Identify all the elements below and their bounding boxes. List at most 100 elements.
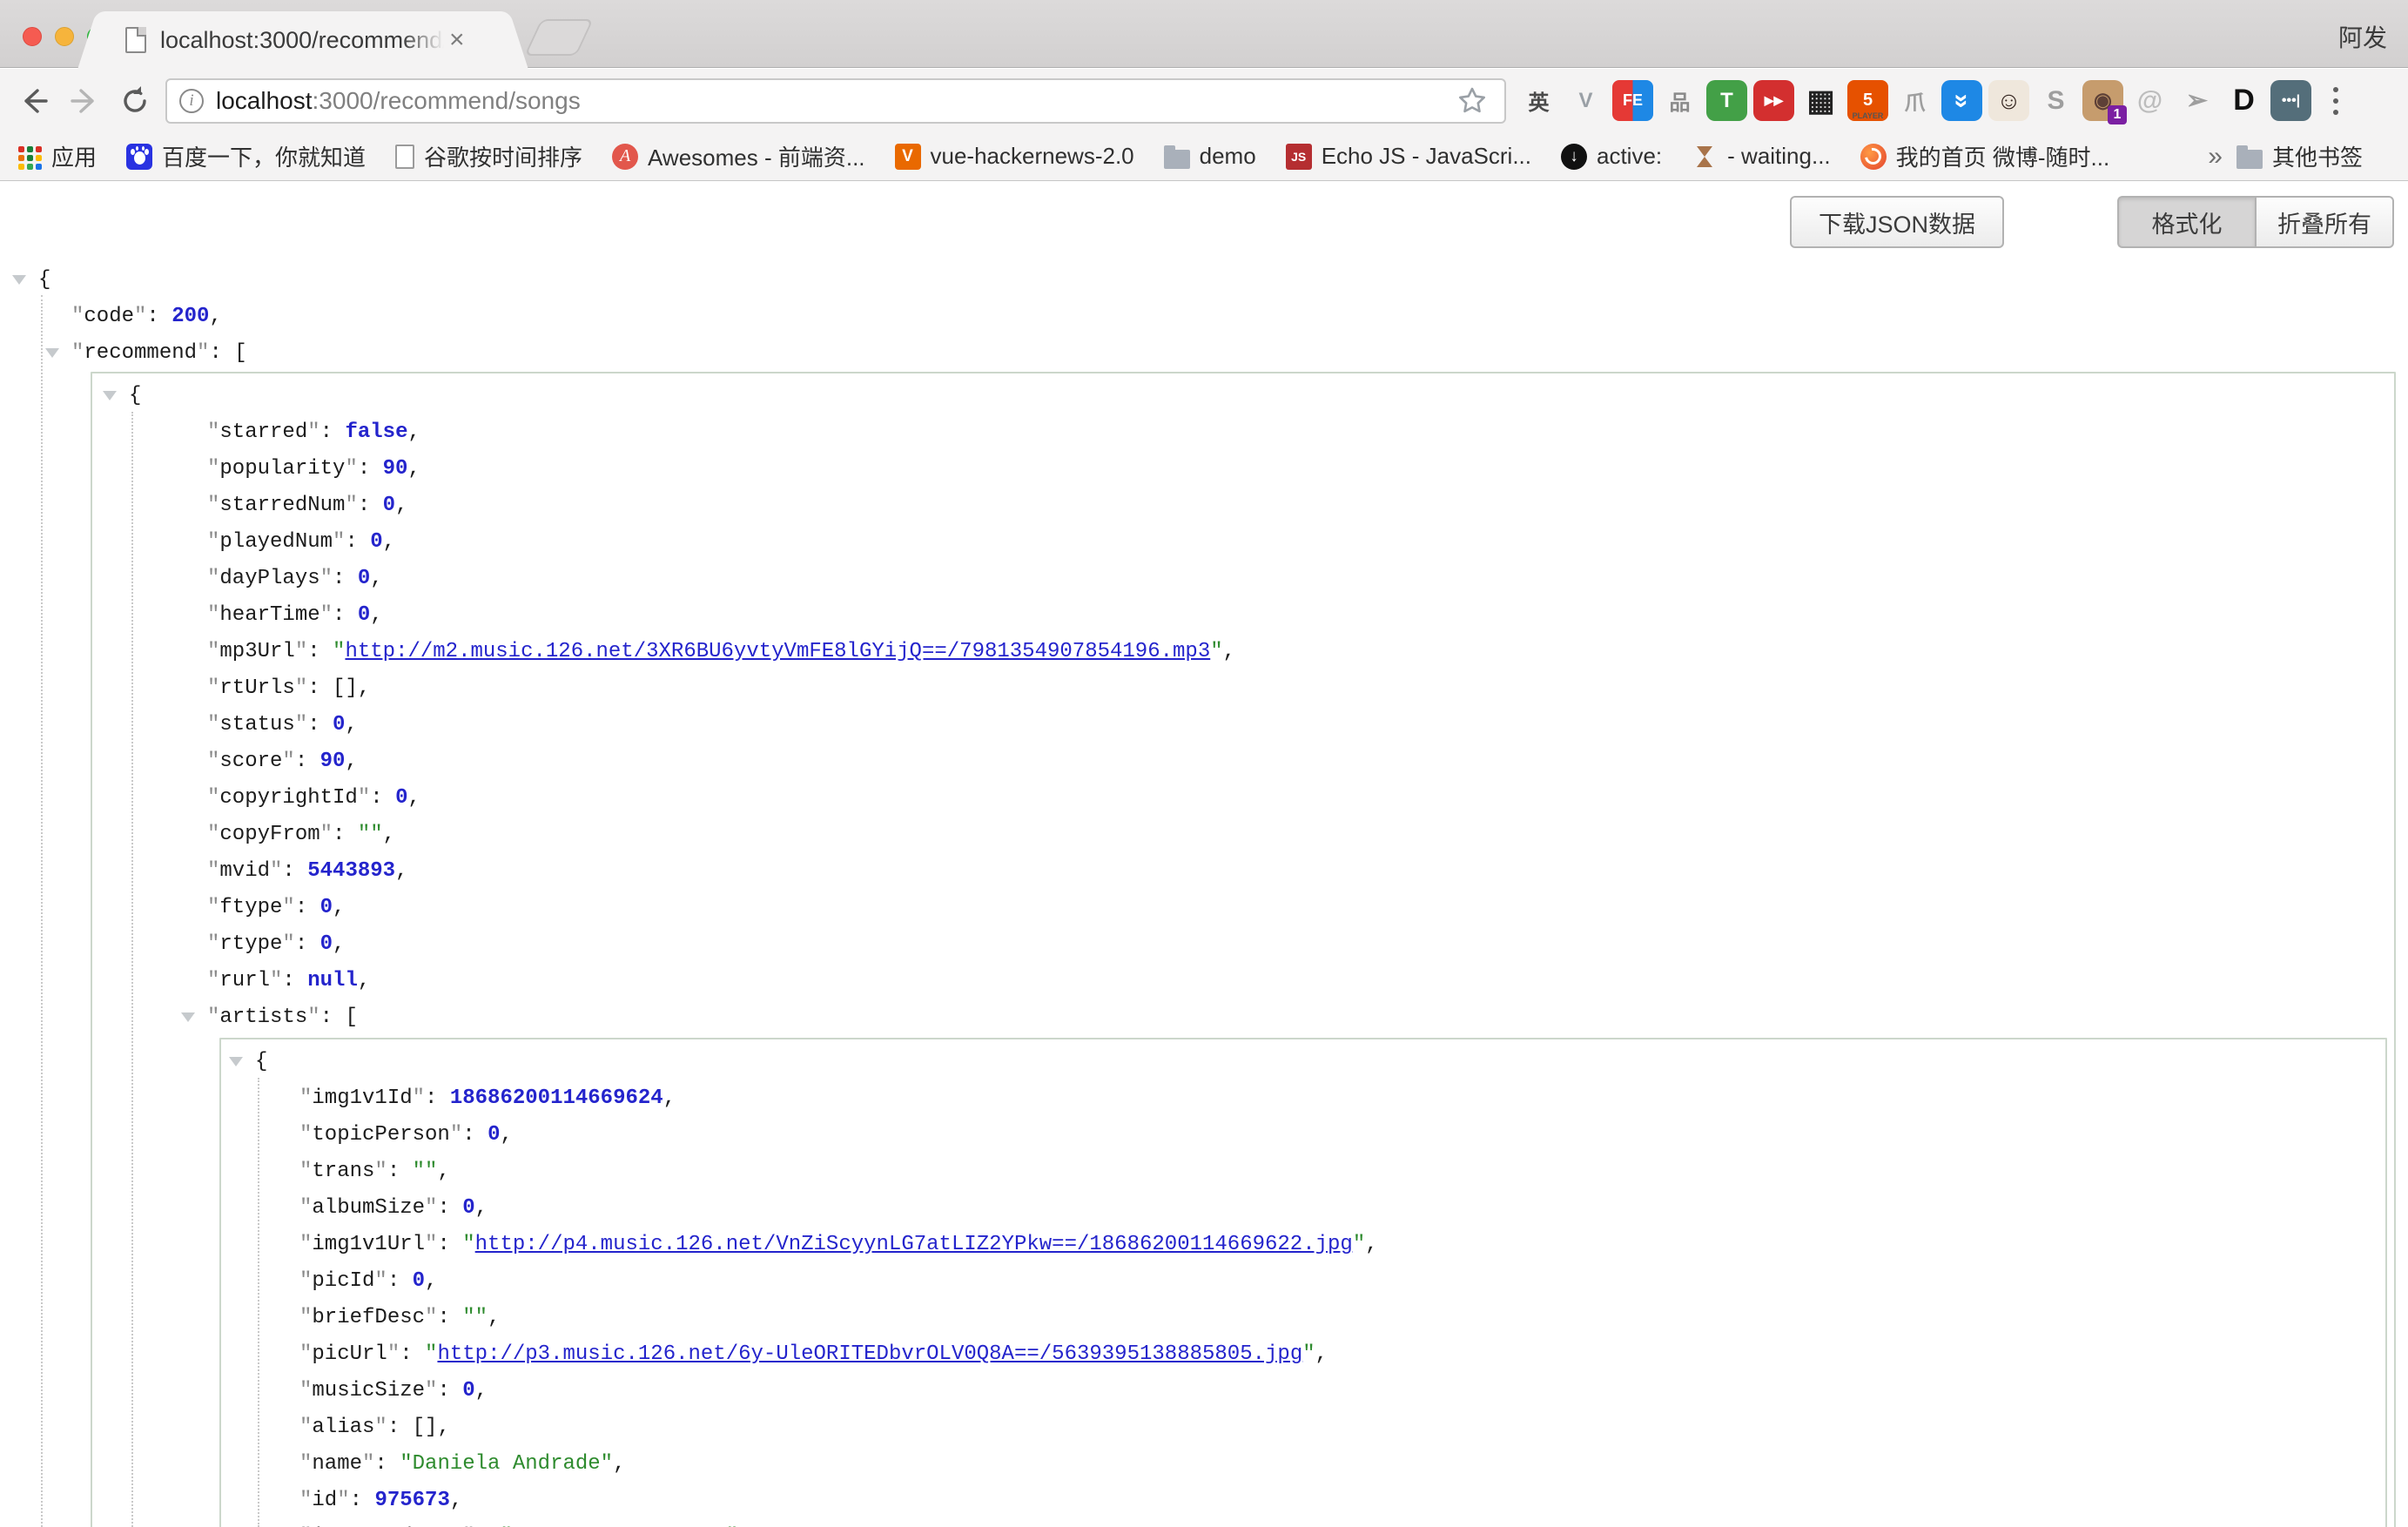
json-row: "status": 0, <box>0 707 2408 743</box>
proxy-mask-icon[interactable]: ☺ <box>1988 80 2029 121</box>
baidu-icon <box>126 144 152 170</box>
html5-player-icon[interactable]: 5PLAYER <box>1847 80 1888 121</box>
bookmark-label: active: <box>1597 143 1662 170</box>
extensions-row: 英VFE品T▶▶▦5PLAYER爪»☺S◉1@➢D•••| <box>1518 80 2311 121</box>
json-row: "rtype": 0, <box>0 926 2408 963</box>
json-row: "score": 90, <box>0 743 2408 780</box>
vue-icon <box>895 144 921 170</box>
close-window-icon[interactable] <box>23 27 42 46</box>
page-content: 下载JSON数据 格式化 折叠所有 {"code": 200,"recommen… <box>0 182 2408 1527</box>
json-row: "rurl": null, <box>0 963 2408 999</box>
bookmark-item[interactable]: demo <box>1164 143 1256 170</box>
minimize-window-icon[interactable] <box>55 27 74 46</box>
url-text: localhost:3000/recommend/songs <box>216 87 581 115</box>
collapse-toggle-icon[interactable] <box>45 348 59 358</box>
video-forward-icon[interactable]: ▶▶ <box>1753 80 1794 121</box>
url-path: :3000/recommend/songs <box>313 87 581 114</box>
bookmarks-bar: 应用 百度一下，你就知道谷歌按时间排序 Awesomes - 前端资... vue-h… <box>0 132 2408 181</box>
green-shield-t-icon[interactable]: T <box>1706 80 1747 121</box>
browser-tab[interactable]: localhost:3000/recommend/so × <box>103 11 503 69</box>
folder-icon <box>2236 150 2263 169</box>
json-row: "albumSize": 0, <box>0 1190 2408 1227</box>
json-row: "name": "Daniela Andrade", <box>0 1446 2408 1483</box>
download-json-button[interactable]: 下载JSON数据 <box>1790 196 2004 248</box>
bookmark-label: 应用 <box>51 140 97 172</box>
json-row: "code": 200, <box>0 299 2408 335</box>
chrome-menu-icon[interactable] <box>2318 81 2353 121</box>
tab-close-icon[interactable]: × <box>449 27 465 53</box>
json-row: "id": 975673, <box>0 1483 2408 1519</box>
reload-button[interactable] <box>115 81 155 121</box>
bookmark-item[interactable]: vue-hackernews-2.0 <box>895 143 1134 170</box>
json-url-link[interactable]: http://m2.music.126.net/3XR6BU6yvtyVmFE8… <box>345 640 1210 663</box>
hummingbird-icon[interactable]: ➢ <box>2176 80 2217 121</box>
bookmark-item[interactable]: Echo JS - JavaScri... <box>1286 143 1531 170</box>
collapse-toggle-icon[interactable] <box>181 1012 195 1022</box>
collapse-toggle-icon[interactable] <box>229 1057 243 1066</box>
json-row: "alias": [], <box>0 1409 2408 1446</box>
blue-chevrons-icon[interactable]: » <box>1941 80 1982 121</box>
json-row: { <box>0 378 2408 414</box>
back-button[interactable] <box>14 81 54 121</box>
bookmark-item[interactable]: 我的首页 微博-随时... <box>1860 140 2110 172</box>
page-icon <box>395 145 414 169</box>
bookmark-item[interactable]: 谷歌按时间排序 <box>395 140 582 172</box>
json-row: "artists": [ <box>0 999 2408 1036</box>
bookmark-item[interactable]: Awesomes - 前端资... <box>612 140 864 172</box>
dark-reader-icon[interactable]: D <box>2223 80 2264 121</box>
vue-devtools-icon[interactable]: V <box>1565 80 1606 121</box>
json-row: "starred": false, <box>0 414 2408 451</box>
bookmarks-overflow-chevron[interactable]: » <box>2194 142 2236 172</box>
password-dots-icon[interactable]: •••| <box>2270 80 2311 121</box>
translate-extension-icon[interactable]: 英 <box>1518 80 1559 121</box>
collapse-toggle-icon[interactable] <box>12 275 26 285</box>
json-url-link[interactable]: http://p4.music.126.net/VnZiScyynLG7atLI… <box>475 1233 1353 1256</box>
new-tab-button[interactable] <box>524 19 594 56</box>
other-bookmarks[interactable]: 其他书签 <box>2236 140 2363 172</box>
json-row: "rtUrls": [], <box>0 670 2408 707</box>
bookmark-item[interactable]: 应用 <box>16 140 97 172</box>
weibo-swirl-icon[interactable]: @ <box>2129 80 2170 121</box>
address-bar[interactable]: i localhost:3000/recommend/songs <box>165 78 1506 124</box>
json-url-link[interactable]: http://p3.music.126.net/6y-UleORITEDbvrO… <box>437 1342 1302 1366</box>
json-row: "img1v1Id_str": "18686200114669622" <box>0 1519 2408 1527</box>
bookmark-item[interactable]: - waiting... <box>1692 143 1831 170</box>
sitemap-icon[interactable]: 品 <box>1659 80 1700 121</box>
collapse-all-button[interactable]: 折叠所有 <box>2255 196 2394 248</box>
url-host: localhost <box>216 87 313 114</box>
json-tree: {"code": 200,"recommend": [{"starred": f… <box>0 262 2408 1527</box>
apps-grid-icon <box>16 144 42 170</box>
view-mode-segment: 格式化 折叠所有 <box>2117 196 2394 248</box>
forward-button[interactable] <box>64 81 104 121</box>
bookmark-label: demo <box>1200 143 1256 170</box>
bookmark-label: 百度一下，你就知道 <box>162 140 366 172</box>
monkey-badge-icon[interactable]: ◉1 <box>2082 80 2123 121</box>
json-row: { <box>0 1044 2408 1080</box>
bookmark-label: - waiting... <box>1727 143 1831 170</box>
json-row: "playedNum": 0, <box>0 524 2408 561</box>
collapse-toggle-icon[interactable] <box>103 391 117 400</box>
json-row: "img1v1Id": 18686200114669624, <box>0 1080 2408 1117</box>
s-extension-icon[interactable]: S <box>2035 80 2076 121</box>
json-row: "img1v1Url": "http://p4.music.126.net/Vn… <box>0 1227 2408 1263</box>
paw-icon[interactable]: 爪 <box>1894 80 1935 121</box>
page-info-icon[interactable]: i <box>179 89 204 113</box>
json-row: "copyFrom": "", <box>0 817 2408 853</box>
bookmark-item[interactable]: active: <box>1561 143 1662 170</box>
other-bookmarks-label: 其他书签 <box>2272 140 2363 172</box>
json-row: "mp3Url": "http://m2.music.126.net/3XR6B… <box>0 634 2408 670</box>
json-row: "picId": 0, <box>0 1263 2408 1300</box>
page-favicon <box>125 27 146 53</box>
qrcode-icon[interactable]: ▦ <box>1800 80 1841 121</box>
weibo-icon <box>1860 144 1887 170</box>
json-row: "trans": "", <box>0 1154 2408 1190</box>
json-row: "popularity": 90, <box>0 451 2408 488</box>
bookmark-star-icon[interactable] <box>1452 81 1492 121</box>
profile-name[interactable]: 阿发 <box>2338 19 2387 54</box>
bookmark-item[interactable]: 百度一下，你就知道 <box>126 140 366 172</box>
bookmark-label: 我的首页 微博-随时... <box>1896 140 2110 172</box>
format-button[interactable]: 格式化 <box>2117 196 2255 248</box>
json-row: "picUrl": "http://p3.music.126.net/6y-Ul… <box>0 1336 2408 1373</box>
json-viewer-controls: 下载JSON数据 格式化 折叠所有 <box>1790 196 2394 248</box>
fe-helper-icon[interactable]: FE <box>1612 80 1653 121</box>
